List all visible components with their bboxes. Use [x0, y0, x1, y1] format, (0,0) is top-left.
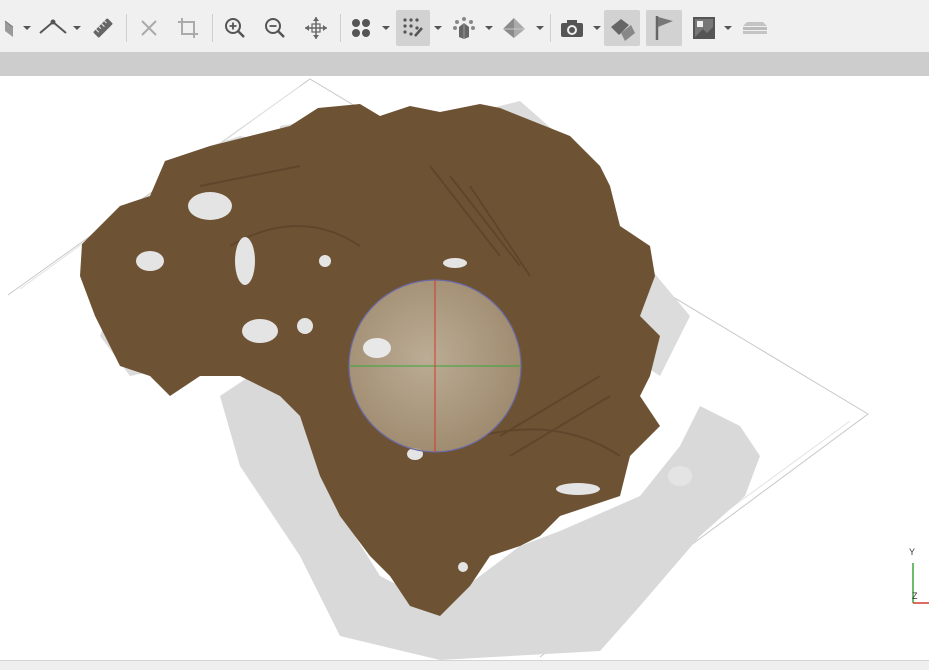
mesh-icon	[503, 18, 525, 38]
toolbar-separator	[340, 14, 341, 42]
points-icon	[352, 19, 370, 37]
crop-tool-button[interactable]	[173, 10, 203, 46]
layers-icon	[743, 22, 767, 34]
zoom-out-icon	[265, 18, 285, 38]
toolbar-separator	[550, 14, 551, 42]
show-shapes-tool-button[interactable]	[604, 10, 640, 46]
axis-y-label: Y	[909, 547, 916, 557]
show-cameras-tool-dropdown[interactable]	[593, 26, 601, 30]
close-icon	[141, 20, 157, 36]
mesh-view-tool-button[interactable]	[498, 10, 530, 46]
image-icon	[693, 17, 715, 39]
tiled-model-tool-dropdown[interactable]	[485, 26, 493, 30]
angle-icon	[39, 19, 67, 34]
show-images-tool-button[interactable]	[688, 10, 720, 46]
toolbar-separator	[212, 14, 213, 42]
crop-icon	[178, 18, 198, 38]
dense-cloud-icon	[403, 18, 423, 37]
measure-angle-tool-button[interactable]	[37, 10, 69, 46]
select-tool-dropdown[interactable]	[23, 26, 31, 30]
tiled-model-icon	[453, 17, 475, 39]
points-view-tool-button[interactable]	[346, 10, 376, 46]
zoom-in-icon	[225, 18, 245, 38]
flag-icon	[655, 16, 673, 40]
model-viewport[interactable]: Y Z	[0, 76, 929, 660]
dense-cloud-view-tool-button[interactable]	[396, 10, 430, 46]
ruler-icon	[93, 18, 113, 38]
measure-angle-tool-dropdown[interactable]	[73, 26, 81, 30]
move-tool-button[interactable]	[300, 10, 332, 46]
axis-z-label: Z	[912, 591, 918, 601]
select-tool-button[interactable]	[0, 10, 22, 46]
zoom-out-tool-button[interactable]	[260, 10, 290, 46]
dense-cloud-render	[7, 78, 929, 660]
dense-cloud-view-tool-dropdown[interactable]	[434, 26, 442, 30]
toolbar-separator	[126, 14, 127, 42]
points-view-tool-dropdown[interactable]	[382, 26, 390, 30]
move-icon	[305, 17, 327, 39]
zoom-in-tool-button[interactable]	[220, 10, 250, 46]
viewport-header-bar	[0, 52, 929, 76]
tiled-model-tool-button[interactable]	[448, 10, 480, 46]
shapes-icon	[611, 19, 635, 41]
show-cameras-tool-button[interactable]	[556, 10, 588, 46]
select-icon	[4, 20, 14, 37]
show-markers-tool-button[interactable]	[646, 10, 682, 46]
ruler-tool-button[interactable]	[88, 10, 118, 46]
toolbar	[0, 0, 929, 53]
layers-tool-button[interactable]	[738, 10, 772, 46]
camera-icon	[561, 20, 583, 37]
reset-tool-button[interactable]	[134, 10, 164, 46]
mesh-view-tool-dropdown[interactable]	[536, 26, 544, 30]
show-images-tool-dropdown[interactable]	[724, 26, 732, 30]
